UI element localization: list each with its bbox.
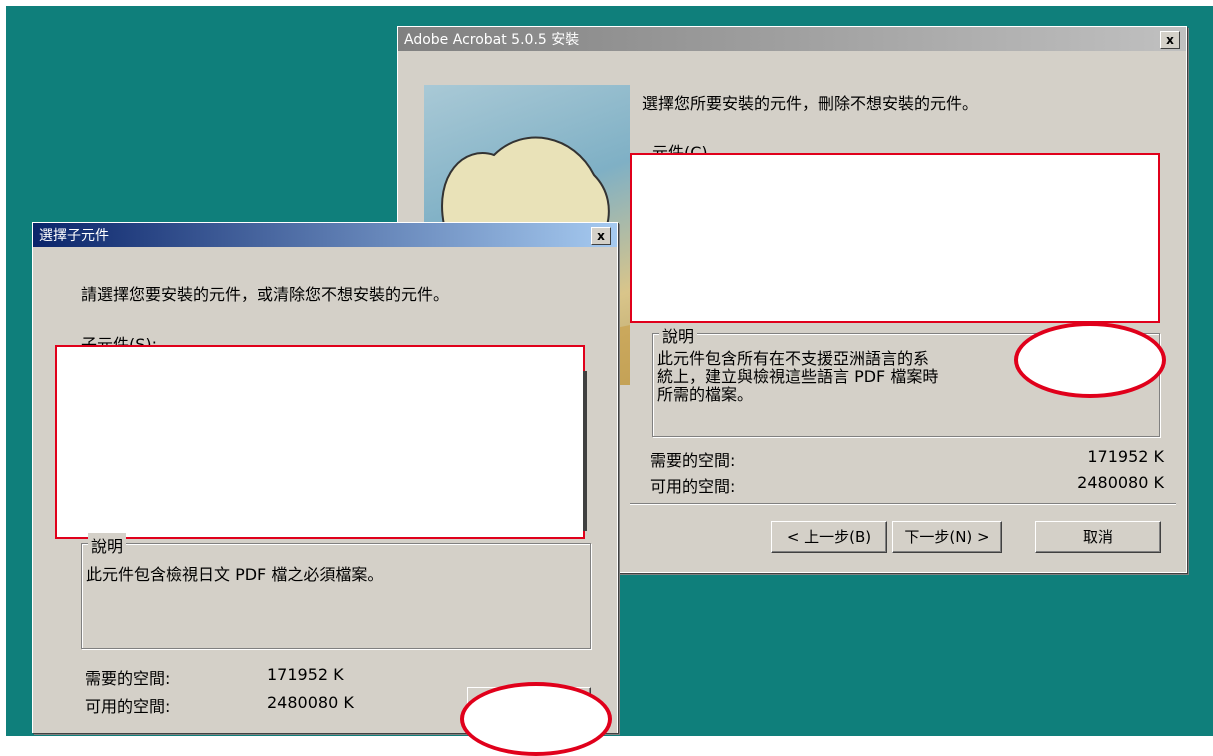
installer-required-space-label: 需要的空間:	[650, 451, 736, 470]
installer-instruction: 選擇您所要安裝的元件，刪除不想安裝的元件。	[642, 94, 979, 113]
back-button[interactable]: < 上一步(B)	[771, 521, 887, 553]
subcomponent-dialog: 選擇子元件 x 請選擇您要安裝的元件，或清除您不想安裝的元件。 子元件(S): …	[32, 222, 618, 733]
subcomponents-list-scrollbar[interactable]	[583, 371, 587, 531]
subcomponent-description-group: 說明 此元件包含檢視日文 PDF 檔之必須檔案。	[81, 533, 591, 649]
subcomponent-description-text: 此元件包含檢視日文 PDF 檔之必須檔案。	[86, 565, 384, 584]
subcomponent-description-title: 說明	[88, 533, 127, 557]
installer-description-title: 說明	[659, 323, 698, 347]
subcomponent-title: 選擇子元件	[39, 228, 109, 244]
description-line: 所需的檔案。	[657, 385, 754, 404]
subcomponent-instruction: 請選擇您要安裝的元件，或清除您不想安裝的元件。	[81, 285, 450, 304]
annotation-oval-main	[1014, 322, 1166, 398]
description-line: 統上，建立與檢視這些語言 PDF 檔案時	[657, 367, 939, 386]
annotation-oval-sub	[460, 682, 612, 756]
installer-separator	[630, 503, 1176, 505]
subcomponent-close-button[interactable]: x	[591, 227, 611, 245]
cancel-button[interactable]: 取消	[1035, 521, 1161, 553]
installer-available-space-value: 2480080 K	[1077, 473, 1164, 492]
subcomponents-list-redacted[interactable]	[55, 345, 585, 539]
installer-close-button[interactable]: x	[1160, 31, 1180, 49]
sub-available-space-label: 可用的空間:	[85, 697, 171, 716]
sub-available-space-value: 2480080 K	[267, 693, 354, 712]
components-list-redacted[interactable]	[630, 153, 1160, 323]
installer-available-space-label: 可用的空間:	[650, 477, 736, 496]
sub-required-space-value: 171952 K	[267, 665, 344, 684]
installer-title: Adobe Acrobat 5.0.5 安裝	[404, 32, 580, 48]
installer-required-space-value: 171952 K	[1087, 447, 1164, 466]
description-line: 此元件包含所有在不支援亞洲語言的系	[657, 349, 930, 368]
installer-description-text: 此元件包含所有在不支援亞洲語言的系 統上，建立與檢視這些語言 PDF 檔案時 所…	[657, 350, 938, 404]
next-button[interactable]: 下一步(N) >	[892, 521, 1002, 553]
subcomponent-titlebar[interactable]: 選擇子元件 x	[33, 223, 617, 247]
sub-required-space-label: 需要的空間:	[85, 669, 171, 688]
installer-titlebar[interactable]: Adobe Acrobat 5.0.5 安裝 x	[398, 27, 1186, 51]
